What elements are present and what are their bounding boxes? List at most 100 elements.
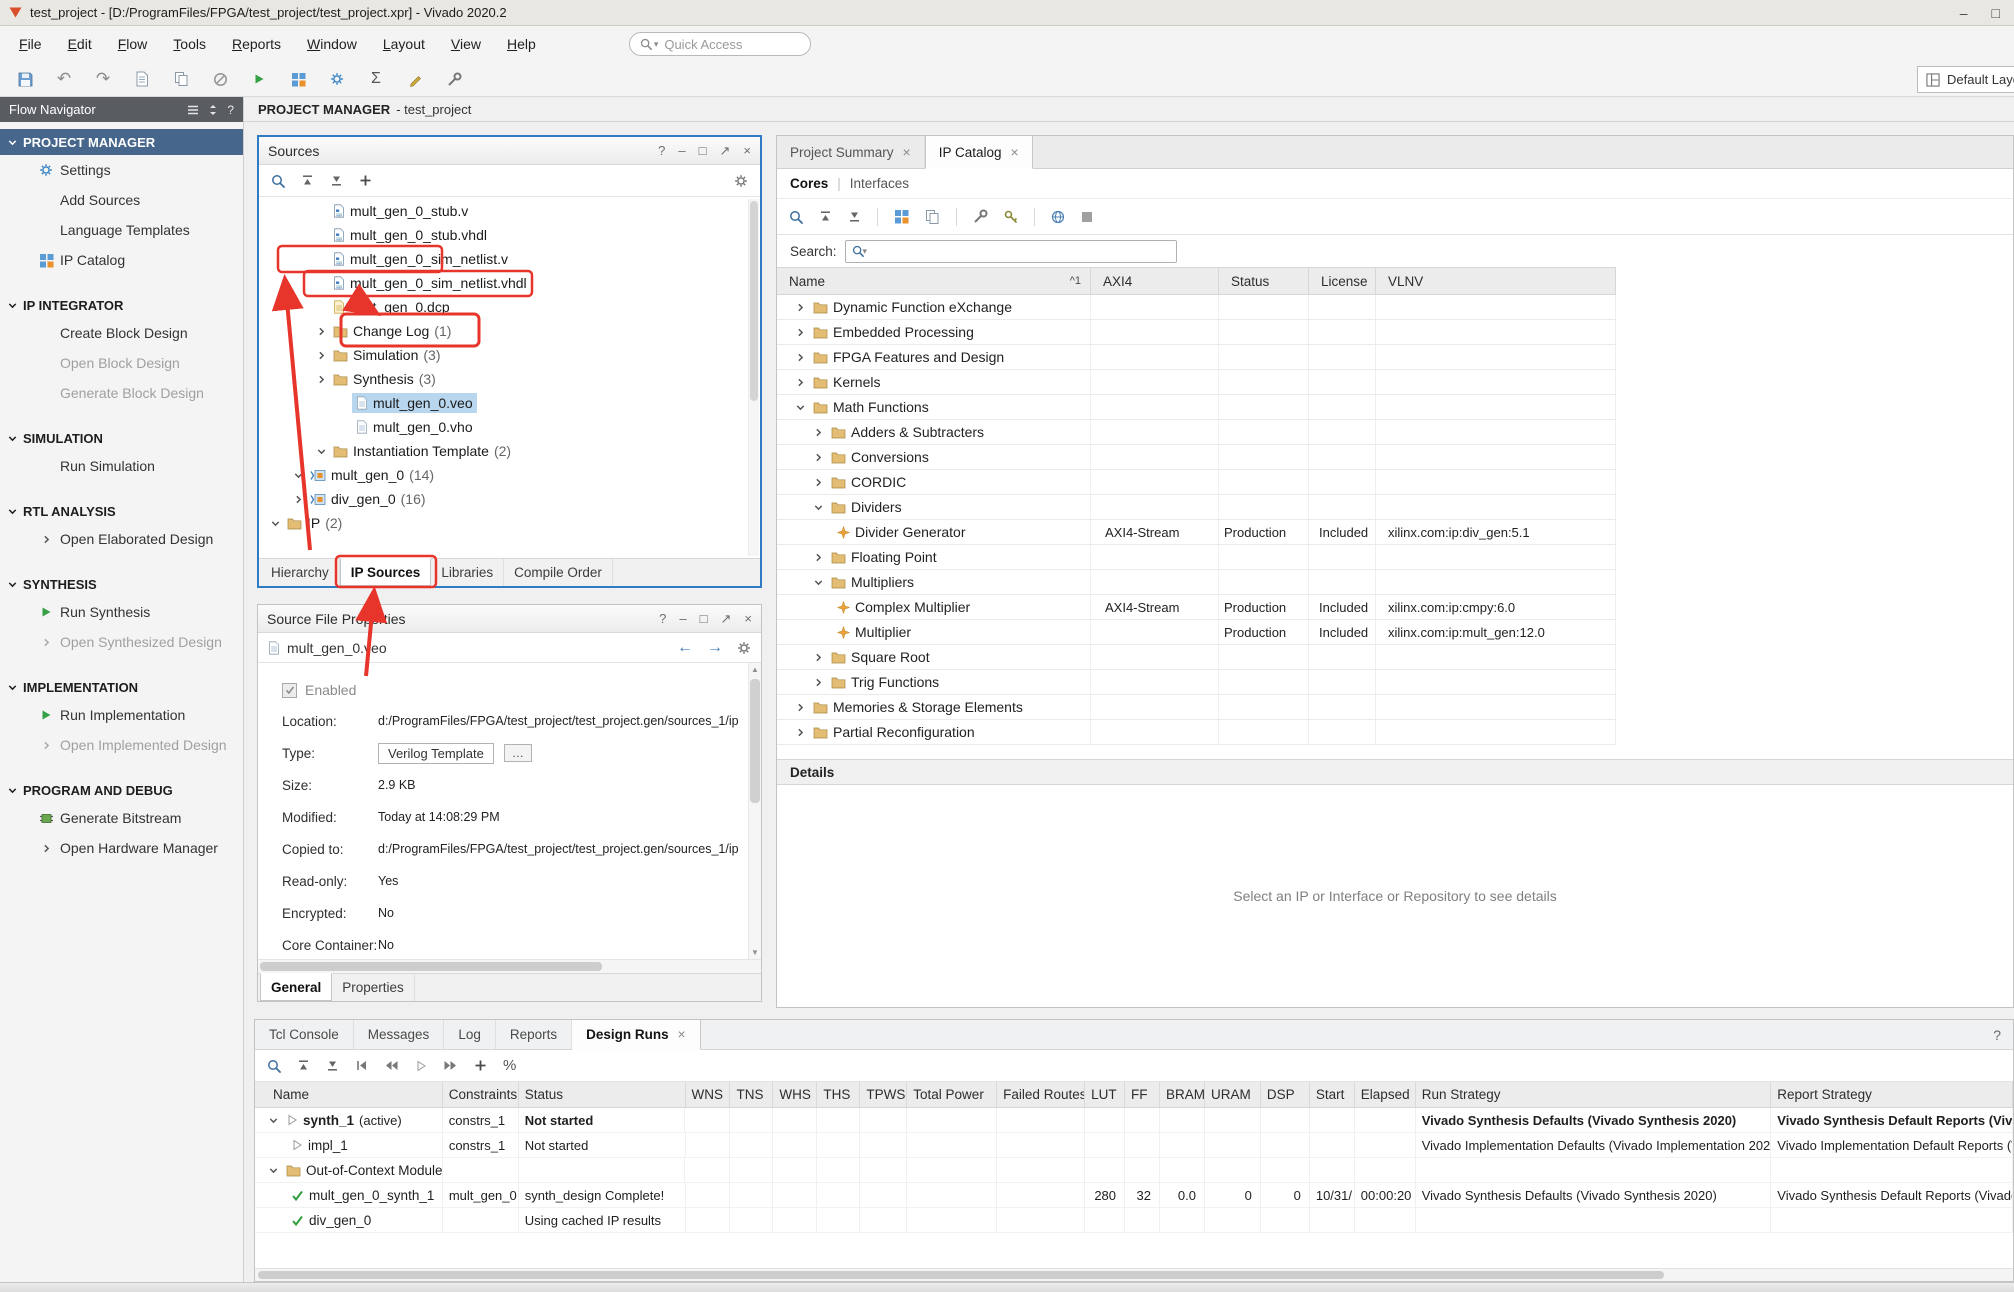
tab-compile-order[interactable]: Compile Order bbox=[504, 559, 613, 586]
catalog-row-embedded-processing[interactable]: Embedded Processing bbox=[777, 320, 1616, 345]
tab-tcl-console[interactable]: Tcl Console bbox=[255, 1020, 354, 1049]
quick-access-search[interactable]: ▾ Quick Access bbox=[629, 32, 811, 56]
catalog-row-dividers[interactable]: Dividers bbox=[777, 495, 1616, 520]
customize-icon[interactable] bbox=[973, 209, 988, 224]
catalog-row-adders-subtracters[interactable]: Adders & Subtracters bbox=[777, 420, 1616, 445]
expand-all-icon[interactable] bbox=[848, 210, 861, 223]
taxonomy-icon[interactable] bbox=[894, 209, 909, 224]
flow-nav-item-open-hardware-manager[interactable]: Open Hardware Manager bbox=[0, 833, 243, 863]
report-icon[interactable] bbox=[131, 68, 153, 90]
source-tree-row-mult-gen-0-sim-netlist-vhdl[interactable]: mult_gen_0_sim_netlist.vhdl bbox=[259, 271, 760, 295]
flow-nav-header-rtl-analysis[interactable]: RTL ANALYSIS bbox=[0, 498, 243, 524]
flow-nav-item-generate-block-design[interactable]: Generate Block Design bbox=[0, 378, 243, 408]
search-icon[interactable] bbox=[267, 1059, 281, 1073]
catalog-row-kernels[interactable]: Kernels bbox=[777, 370, 1616, 395]
column-header-uram[interactable]: URAM bbox=[1205, 1082, 1261, 1107]
maximize-icon[interactable]: ↗ bbox=[721, 611, 732, 627]
scrollbar-thumb[interactable] bbox=[260, 962, 602, 971]
chevron-down-icon[interactable] bbox=[792, 402, 808, 413]
help-icon[interactable]: ? bbox=[658, 143, 665, 158]
chevron-down-icon[interactable] bbox=[313, 446, 329, 457]
tab-reports[interactable]: Reports bbox=[496, 1020, 572, 1049]
run-row-out-of-context-module-runs[interactable]: Out-of-Context Module Runs bbox=[255, 1158, 2013, 1183]
run-row-mult-gen-0-synth-1[interactable]: mult_gen_0_synth_1mult_gen_0synth_design… bbox=[255, 1183, 2013, 1208]
flow-nav-item-open-implemented-design[interactable]: Open Implemented Design bbox=[0, 730, 243, 760]
chevron-right-icon[interactable] bbox=[792, 302, 808, 313]
scroll-down-icon[interactable]: ▼ bbox=[749, 946, 761, 959]
menu-item-edit[interactable]: Edit bbox=[55, 31, 105, 57]
flow-nav-header-project-manager[interactable]: PROJECT MANAGER bbox=[0, 129, 243, 155]
license-key-icon[interactable] bbox=[1004, 210, 1018, 224]
menu-bars-icon[interactable] bbox=[187, 105, 199, 115]
compare-icon[interactable] bbox=[925, 209, 940, 225]
chevron-right-icon[interactable] bbox=[792, 327, 808, 338]
close-icon[interactable]: × bbox=[743, 143, 751, 158]
plus-icon[interactable] bbox=[359, 174, 372, 187]
help-icon[interactable]: ? bbox=[659, 611, 666, 626]
minimize-icon[interactable]: – bbox=[678, 143, 685, 158]
catalog-row-memories-storage-elements[interactable]: Memories & Storage Elements bbox=[777, 695, 1616, 720]
source-tree-row-ip[interactable]: IP(2) bbox=[259, 511, 760, 535]
save-icon[interactable] bbox=[14, 68, 36, 90]
column-header-failed-routes[interactable]: Failed Routes bbox=[997, 1082, 1085, 1107]
tab-properties[interactable]: Properties bbox=[332, 974, 415, 1001]
flow-nav-header-program-and-debug[interactable]: PROGRAM AND DEBUG bbox=[0, 777, 243, 803]
chevron-down-icon[interactable] bbox=[290, 470, 306, 481]
flow-nav-item-add-sources[interactable]: Add Sources bbox=[0, 185, 243, 215]
run-row-div-gen-0[interactable]: div_gen_0Using cached IP results bbox=[255, 1208, 2013, 1233]
create-runs-icon[interactable] bbox=[474, 1059, 487, 1072]
catalog-row-floating-point[interactable]: Floating Point bbox=[777, 545, 1616, 570]
percent-icon[interactable]: % bbox=[503, 1057, 516, 1074]
source-tree-row-mult-gen-0-stub-v[interactable]: mult_gen_0_stub.v bbox=[259, 199, 760, 223]
close-icon[interactable]: × bbox=[1011, 144, 1019, 160]
flow-nav-header-simulation[interactable]: SIMULATION bbox=[0, 425, 243, 451]
scrollbar-thumb[interactable] bbox=[750, 201, 758, 401]
column-header-whs[interactable]: WHS bbox=[773, 1082, 817, 1107]
tab-log[interactable]: Log bbox=[444, 1020, 496, 1049]
chevron-right-icon[interactable] bbox=[792, 377, 808, 388]
column-header-ths[interactable]: THS bbox=[817, 1082, 860, 1107]
flow-nav-item-run-synthesis[interactable]: Run Synthesis bbox=[0, 597, 243, 627]
scroll-up-icon[interactable]: ▲ bbox=[749, 663, 761, 676]
flow-nav-item-generate-bitstream[interactable]: Generate Bitstream bbox=[0, 803, 243, 833]
close-icon[interactable]: × bbox=[744, 611, 752, 626]
flow-nav-item-language-templates[interactable]: Language Templates bbox=[0, 215, 243, 245]
column-header-name[interactable]: Name^1 bbox=[777, 268, 1091, 294]
chevron-right-icon[interactable] bbox=[810, 452, 826, 463]
help-icon[interactable]: ? bbox=[1993, 1020, 2013, 1049]
source-tree-row-synthesis[interactable]: Synthesis(3) bbox=[259, 367, 760, 391]
minimize-icon[interactable]: – bbox=[679, 611, 686, 626]
column-header-elapsed[interactable]: Elapsed bbox=[1355, 1082, 1416, 1107]
minimize-button[interactable]: – bbox=[1960, 5, 1968, 21]
chevron-right-icon[interactable] bbox=[810, 552, 826, 563]
column-header-report-strategy[interactable]: Report Strategy bbox=[1771, 1082, 2013, 1107]
source-tree-row-mult-gen-0-stub-vhdl[interactable]: mult_gen_0_stub.vhdl bbox=[259, 223, 760, 247]
maximize-icon[interactable]: ↗ bbox=[720, 143, 731, 159]
chevron-right-icon[interactable] bbox=[810, 477, 826, 488]
chevron-right-icon[interactable] bbox=[792, 352, 808, 363]
run-row-impl-1[interactable]: impl_1constrs_1Not startedVivado Impleme… bbox=[255, 1133, 2013, 1158]
stop-icon[interactable] bbox=[1081, 211, 1093, 223]
chevron-down-icon[interactable] bbox=[810, 502, 826, 513]
help-icon[interactable]: ? bbox=[227, 103, 234, 117]
chevron-down-icon[interactable] bbox=[265, 1165, 281, 1176]
subtab-cores[interactable]: Cores bbox=[790, 176, 828, 191]
flow-nav-header-implementation[interactable]: IMPLEMENTATION bbox=[0, 674, 243, 700]
edit-icon[interactable] bbox=[404, 68, 426, 90]
tab-libraries[interactable]: Libraries bbox=[431, 559, 504, 586]
catalog-row-conversions[interactable]: Conversions bbox=[777, 445, 1616, 470]
column-header-wns[interactable]: WNS bbox=[686, 1082, 731, 1107]
menu-item-reports[interactable]: Reports bbox=[219, 31, 294, 57]
chevron-right-icon[interactable] bbox=[313, 326, 329, 337]
column-header-license[interactable]: License bbox=[1309, 268, 1376, 294]
collapse-all-icon[interactable] bbox=[819, 210, 832, 223]
close-icon[interactable]: × bbox=[678, 1027, 686, 1042]
chevron-down-icon[interactable] bbox=[265, 1115, 281, 1126]
debug-probe-icon[interactable] bbox=[443, 68, 465, 90]
chevron-right-icon[interactable] bbox=[313, 374, 329, 385]
column-header-bram[interactable]: BRAM bbox=[1160, 1082, 1205, 1107]
redo-icon[interactable]: ↷ bbox=[92, 68, 114, 90]
skip-to-first-icon[interactable] bbox=[355, 1059, 368, 1072]
column-header-status[interactable]: Status bbox=[1219, 268, 1309, 294]
collapse-all-icon[interactable] bbox=[301, 174, 314, 187]
